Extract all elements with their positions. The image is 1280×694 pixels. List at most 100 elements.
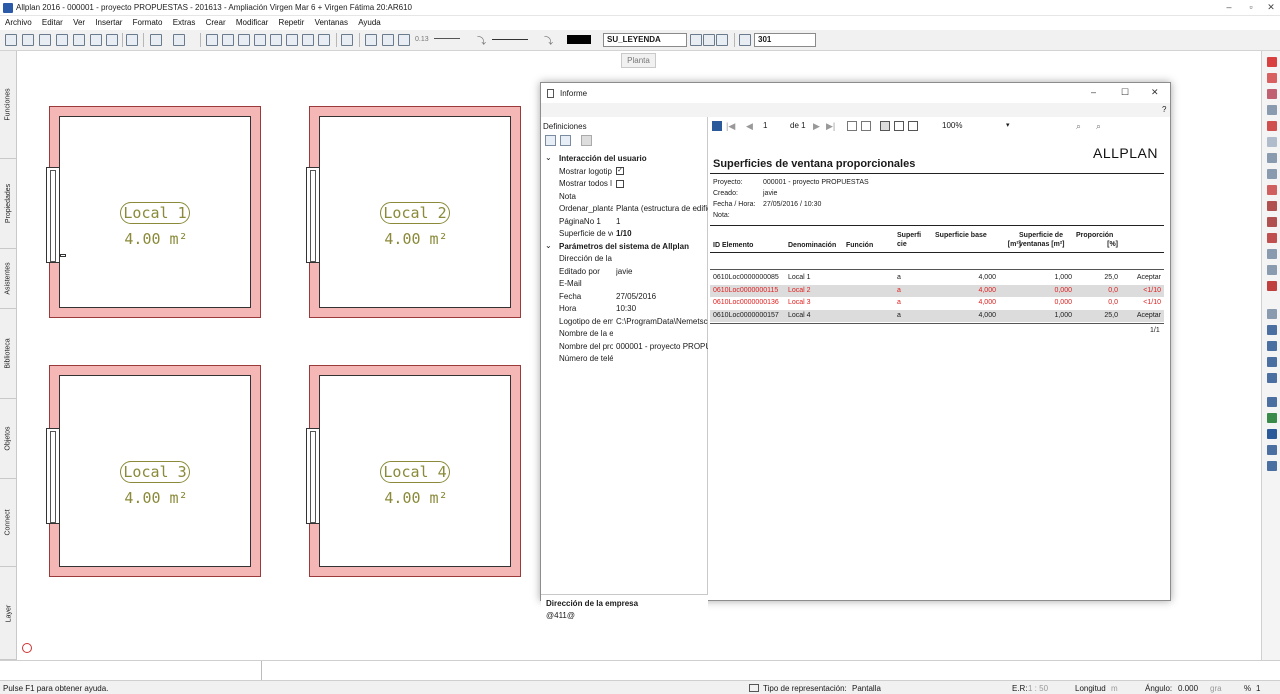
text-icon[interactable]	[1267, 309, 1277, 319]
property-group[interactable]: ⌄ Interacción del usuario	[541, 153, 708, 166]
zoom-select[interactable]: 100%	[942, 121, 1012, 131]
previous-page-icon[interactable]: ◀	[746, 121, 756, 131]
dialog-help-button[interactable]: ?	[1162, 105, 1166, 114]
pencil-icon[interactable]	[398, 34, 410, 46]
label-icon[interactable]	[1267, 341, 1277, 351]
property-row[interactable]: Número de telé	[541, 353, 708, 366]
window-element[interactable]	[306, 167, 320, 263]
property-value[interactable]: 1/10	[616, 229, 708, 238]
property-group[interactable]: ⌄ Parámetros del sistema de Allplan	[541, 241, 708, 254]
last-page-icon[interactable]: ▶|	[826, 121, 836, 131]
tab-layer[interactable]: Layer	[0, 567, 17, 660]
copy-between-icon[interactable]	[270, 34, 282, 46]
property-row[interactable]: Nombre del pro000001 - proyecto PROPUEST…	[541, 341, 708, 354]
property-row[interactable]: E-Mail	[541, 278, 708, 291]
menu-formato[interactable]: Formato	[133, 18, 163, 27]
window-element[interactable]	[46, 428, 60, 524]
menu-archivo[interactable]: Archivo	[5, 18, 32, 27]
room-label[interactable]: Local 3	[120, 461, 190, 483]
zoom-dropdown-icon[interactable]: ▾	[1006, 121, 1016, 131]
command-input[interactable]	[0, 661, 262, 681]
property-row[interactable]: Ordenar_planta Planta (estructura de edif…	[541, 203, 708, 216]
property-row[interactable]: Mostrar logotip ✓	[541, 166, 708, 179]
property-row[interactable]: PáginaNo 1 1	[541, 216, 708, 229]
table-row[interactable]: 0610Loc0000000157 Local 4 a 4,000 1,000 25,0 A…	[710, 309, 1164, 322]
drawing-files-icon[interactable]	[22, 34, 34, 46]
room-label[interactable]: Local 2	[380, 202, 450, 224]
angle-unit[interactable]: gra	[1210, 684, 1222, 693]
property-checkbox[interactable]	[616, 179, 624, 188]
collapse-chevron-icon[interactable]: ⌄	[545, 241, 552, 250]
hatch-icon[interactable]	[1267, 233, 1277, 243]
draw-line-icon[interactable]	[1267, 57, 1277, 67]
extend-icon[interactable]	[1267, 185, 1277, 195]
pen-thickness-value[interactable]: 0.13	[415, 36, 429, 43]
draw-curve-icon[interactable]	[1267, 89, 1277, 99]
angle-value[interactable]: 0.000	[1178, 684, 1198, 693]
move-icon[interactable]	[286, 34, 298, 46]
color-swatch[interactable]	[567, 35, 591, 44]
tab-objetos[interactable]: Objetos	[0, 399, 17, 479]
pattern-icon[interactable]	[1267, 249, 1277, 259]
menu-ventanas[interactable]: Ventanas	[315, 18, 348, 27]
tab-asistentes[interactable]: Asistentes	[0, 249, 17, 309]
dimension-icon[interactable]	[1267, 325, 1277, 335]
menu-insertar[interactable]: Insertar	[95, 18, 122, 27]
menu-extras[interactable]: Extras	[173, 18, 196, 27]
delete-icon[interactable]	[254, 34, 266, 46]
open-project-icon[interactable]	[5, 34, 17, 46]
refresh-icon[interactable]	[861, 121, 871, 131]
dialog-close-icon[interactable]: ✕	[1151, 87, 1159, 98]
property-row[interactable]: Nota	[541, 191, 708, 204]
draw-polyline-icon[interactable]	[1267, 73, 1277, 83]
layer-lock-icon[interactable]	[716, 34, 728, 46]
categorized-icon[interactable]	[545, 135, 556, 146]
property-row[interactable]: Superficie de ve 1/10	[541, 228, 708, 241]
find-next-icon[interactable]: ⌕	[1096, 121, 1106, 131]
property-checkbox[interactable]: ✓	[616, 167, 624, 176]
room-local-2[interactable]: Local 2 4.00 m²	[306, 106, 521, 318]
menu-crear[interactable]: Crear	[206, 18, 226, 27]
funnel-clear-icon[interactable]	[1267, 461, 1277, 471]
property-value[interactable]: 000001 - proyecto PROPUESTAS	[616, 342, 708, 351]
first-page-icon[interactable]: |◀	[726, 121, 736, 131]
tab-propiedades[interactable]: Propiedades	[0, 159, 17, 249]
undo-icon[interactable]	[150, 34, 162, 46]
minimize-icon[interactable]: –	[1222, 2, 1236, 12]
offset-icon[interactable]	[1267, 153, 1277, 163]
property-value[interactable]	[616, 179, 708, 188]
property-value[interactable]: 1	[616, 217, 708, 226]
room-local-4[interactable]: Local 4 4.00 m²	[306, 365, 521, 577]
print-report-icon[interactable]	[880, 121, 890, 131]
zoom-icon[interactable]	[341, 34, 353, 46]
tab-funciones[interactable]: Funciones	[0, 51, 17, 159]
filter-icon[interactable]	[1267, 357, 1277, 367]
room-label[interactable]: Local 1	[120, 202, 190, 224]
close-icon[interactable]: ✕	[1264, 2, 1278, 13]
save-icon[interactable]	[73, 34, 85, 46]
property-row[interactable]: Editado por javie	[541, 266, 708, 279]
layer-filter-icon[interactable]	[1267, 373, 1277, 383]
property-value[interactable]: 27/05/2016	[616, 292, 708, 301]
fillet-icon[interactable]	[1267, 201, 1277, 211]
room-label[interactable]: Local 4	[380, 461, 450, 483]
color-icon[interactable]: ⤵	[544, 34, 553, 47]
sum-icon[interactable]	[1267, 429, 1277, 439]
delete-element-icon[interactable]	[1267, 281, 1277, 291]
find-icon[interactable]: ⌕	[1076, 121, 1086, 131]
menu-ayuda[interactable]: Ayuda	[358, 18, 381, 27]
trim-icon[interactable]	[1267, 169, 1277, 179]
window-element[interactable]	[46, 167, 66, 263]
length-unit[interactable]: m	[1111, 684, 1118, 693]
property-row[interactable]: Logotipo de emC:\ProgramData\Nemetschek	[541, 316, 708, 329]
room-local-3[interactable]: Local 3 4.00 m²	[46, 365, 261, 577]
dialog-minimize-icon[interactable]: –	[1091, 87, 1096, 97]
export-icon[interactable]	[908, 121, 918, 131]
tab-biblioteca[interactable]: Biblioteca	[0, 309, 17, 399]
sort-alphabetic-icon[interactable]	[560, 135, 571, 146]
property-row[interactable]: Mostrar todos l	[541, 178, 708, 191]
dialog-maximize-icon[interactable]: ☐	[1121, 87, 1129, 98]
stop-icon[interactable]	[847, 121, 857, 131]
collapse-chevron-icon[interactable]: ⌄	[545, 153, 552, 162]
new-file-icon[interactable]	[39, 34, 51, 46]
